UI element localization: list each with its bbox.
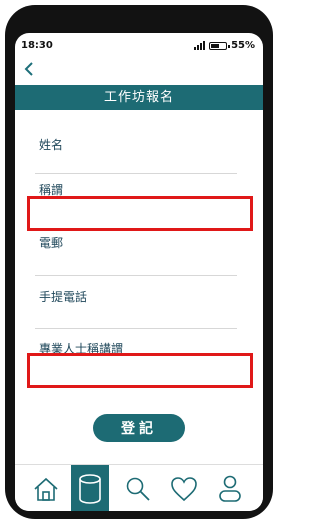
status-time: 18:30	[21, 40, 53, 51]
back-button[interactable]	[23, 61, 43, 79]
user-icon	[219, 475, 241, 502]
nav-home[interactable]	[27, 465, 65, 511]
status-right: 55%	[194, 40, 255, 51]
database-icon	[79, 473, 101, 504]
bottom-nav	[15, 464, 263, 511]
nav-favorites[interactable]	[165, 465, 203, 511]
name-field[interactable]	[35, 146, 241, 174]
chevron-left-icon	[24, 62, 33, 76]
nav-search[interactable]	[119, 465, 157, 511]
search-icon	[126, 477, 150, 501]
battery-icon	[209, 41, 231, 50]
page-title: 工作坊報名	[15, 85, 263, 110]
title-field-highlight	[27, 196, 253, 231]
status-bar: 18:30 55%	[15, 33, 263, 57]
battery-percent: 55%	[231, 40, 255, 51]
mobile-field-underline	[35, 328, 237, 329]
signal-icon	[194, 41, 206, 50]
register-button[interactable]: 登記	[93, 414, 185, 442]
email-field[interactable]	[35, 247, 241, 275]
professional-title-field-highlight	[27, 353, 253, 388]
mobile-field[interactable]	[35, 300, 241, 328]
nav-profile[interactable]	[211, 465, 249, 511]
name-field-underline	[35, 173, 237, 174]
nav-database[interactable]	[71, 465, 109, 511]
heart-icon	[171, 476, 197, 501]
app-screen: 18:30 55% 工作坊報名 姓名 稱謂 電郵 手提電話 專業人士稱講謂 登記	[15, 33, 263, 511]
email-field-underline	[35, 275, 237, 276]
home-icon	[34, 477, 58, 501]
